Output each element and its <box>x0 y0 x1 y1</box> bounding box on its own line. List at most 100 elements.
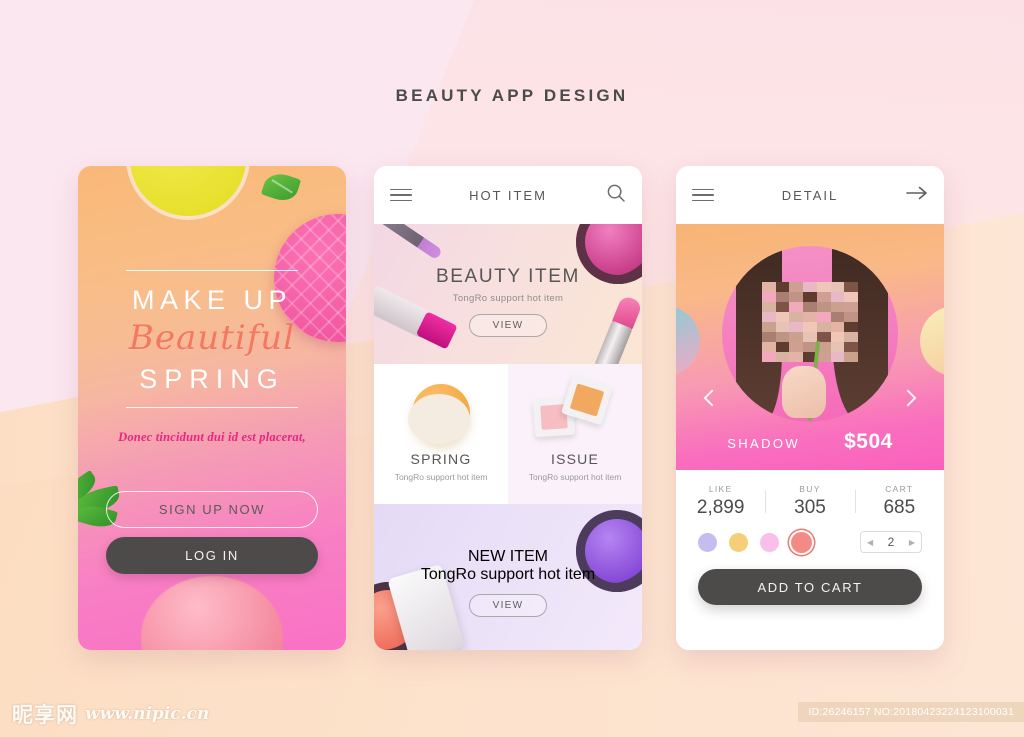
pixel-block <box>789 332 804 342</box>
signup-copy-block: MAKE UP Beautiful SPRING Donec tincidunt… <box>78 270 346 445</box>
stat-like: LIKE 2,899 <box>676 484 765 519</box>
pixel-block <box>775 322 790 332</box>
pixel-block <box>816 312 831 322</box>
log-in-button[interactable]: LOG IN <box>106 537 318 574</box>
divider-top <box>126 270 298 271</box>
promo-title: BEAUTY ITEM <box>436 266 580 287</box>
promo-copy: BEAUTY ITEM TongRo support hot item VIEW <box>374 266 642 337</box>
site-watermark: 昵享网 www.nipic.cn <box>12 699 209 729</box>
search-icon[interactable] <box>606 183 626 208</box>
hand-decor <box>781 366 826 418</box>
leaf-decor-top <box>260 169 302 205</box>
product-meta: SHADOW $504 <box>676 430 944 454</box>
new-item-view-button[interactable]: VIEW <box>469 594 547 617</box>
new-item-title: NEW ITEM <box>468 548 548 565</box>
cushion-compact-icon <box>408 384 470 444</box>
pixel-block <box>844 352 858 362</box>
pixel-block <box>775 342 790 352</box>
pixel-block <box>816 302 831 312</box>
product-stats: LIKE 2,899 BUY 305 CART 685 <box>676 470 944 527</box>
pixel-block <box>789 282 804 292</box>
new-item-copy: NEW ITEM TongRo support hot item VIEW <box>374 548 642 617</box>
pixel-block <box>830 322 845 332</box>
product-name: SHADOW <box>727 436 801 451</box>
signup-screen: MAKE UP Beautiful SPRING Donec tincidunt… <box>78 166 346 650</box>
category-tiles: SPRING TongRo support hot item ISSUE Ton… <box>374 364 642 504</box>
hamburger-icon[interactable] <box>692 185 714 206</box>
promo-banner-beauty-item[interactable]: BEAUTY ITEM TongRo support hot item VIEW <box>374 224 642 364</box>
pixel-block <box>830 342 845 352</box>
promo-banner-new-item[interactable]: NEW ITEM TongRo support hot item VIEW <box>374 504 642 650</box>
color-swatch-3[interactable] <box>791 531 812 553</box>
pixel-block <box>844 342 858 352</box>
pixel-block <box>762 302 776 312</box>
tile-spring-subtitle: TongRo support hot item <box>394 472 488 482</box>
pixel-block <box>844 322 858 332</box>
triangle-right-icon[interactable]: ▶ <box>909 538 915 547</box>
promo-view-button[interactable]: VIEW <box>469 314 547 337</box>
pixel-block <box>762 282 776 292</box>
pixel-block <box>803 282 817 292</box>
phone-mockup-hot-item: HOT ITEM BEAUTY ITEM TongRo support hot … <box>374 166 642 650</box>
phone-mockup-detail: DETAIL SHADOW $504 LIKE 2,899 BUY 305 CA… <box>676 166 944 650</box>
product-hero-carousel: SHADOW $504 <box>676 224 944 470</box>
add-to-cart-button[interactable]: ADD TO CART <box>698 569 922 605</box>
color-swatch-0[interactable] <box>698 532 717 552</box>
pixel-block <box>816 292 831 302</box>
color-swatch-list <box>698 531 812 553</box>
hamburger-icon[interactable] <box>390 185 412 206</box>
pixel-block <box>762 322 776 332</box>
pixel-block <box>775 332 790 342</box>
pixel-block <box>762 332 776 342</box>
pixel-block <box>844 332 858 342</box>
tile-spring[interactable]: SPRING TongRo support hot item <box>374 364 508 504</box>
quantity-stepper[interactable]: ◀ 2 ▶ <box>860 531 922 553</box>
appbar-title-detail: DETAIL <box>781 187 839 203</box>
stat-like-label: LIKE <box>708 484 733 494</box>
headline-script: Beautiful <box>128 318 296 358</box>
detail-appbar: DETAIL <box>676 166 944 224</box>
headline-makeup: MAKE UP <box>131 285 293 315</box>
pixel-block <box>830 302 845 312</box>
tile-spring-caption: SPRING TongRo support hot item <box>374 451 508 482</box>
divider-bottom <box>126 407 298 408</box>
stat-buy-value: 305 <box>794 497 826 518</box>
pixel-block <box>789 312 804 322</box>
chevron-right-icon[interactable] <box>899 389 917 407</box>
tile-issue[interactable]: ISSUE TongRo support hot item <box>508 364 642 504</box>
pixel-block <box>844 312 858 322</box>
tagline: Donec tincidunt dui id est placerat, <box>118 430 306 444</box>
hot-item-appbar: HOT ITEM <box>374 166 642 224</box>
pixel-block <box>844 302 858 312</box>
color-swatch-2[interactable] <box>760 532 779 552</box>
pixel-block <box>803 302 817 312</box>
stat-buy-label: BUY <box>799 484 821 494</box>
product-options: ◀ 2 ▶ <box>676 527 944 553</box>
sign-up-button[interactable]: SIGN UP NOW <box>106 491 318 528</box>
pixel-block <box>830 352 845 362</box>
tile-issue-title: ISSUE <box>550 451 599 467</box>
pixel-block <box>789 292 804 302</box>
pixel-block <box>844 292 858 302</box>
pixel-block <box>775 312 790 322</box>
pixel-block <box>762 352 776 362</box>
product-model-photo[interactable] <box>722 246 898 422</box>
stat-cart: CART 685 <box>854 484 944 519</box>
stat-cart-value: 685 <box>883 497 916 518</box>
watermark-brand-cn: 昵享网 <box>12 703 78 727</box>
carousel-prev-thumb[interactable] <box>676 306 700 376</box>
phone-mockup-signup: MAKE UP Beautiful SPRING Donec tincidunt… <box>78 166 346 650</box>
auth-buttons: SIGN UP NOW LOG IN <box>106 491 318 574</box>
pixel-block <box>789 342 804 352</box>
stat-buy: BUY 305 <box>765 484 854 519</box>
arrow-right-icon[interactable] <box>906 185 928 206</box>
product-price: $504 <box>844 430 893 453</box>
pixel-block <box>803 332 817 342</box>
color-swatch-1[interactable] <box>729 532 748 552</box>
pixel-block <box>775 352 790 362</box>
carousel-next-thumb[interactable] <box>920 306 944 376</box>
triangle-left-icon[interactable]: ◀ <box>867 538 873 547</box>
chevron-left-icon[interactable] <box>703 389 721 407</box>
pixel-block <box>803 292 817 302</box>
page-title: BEAUTY APP DESIGN <box>395 86 629 105</box>
